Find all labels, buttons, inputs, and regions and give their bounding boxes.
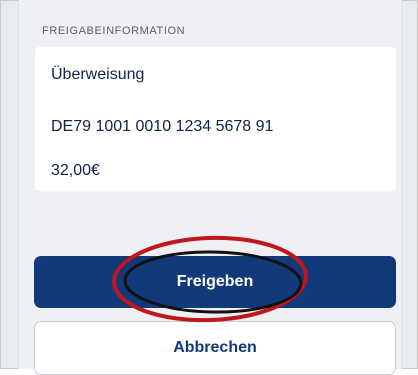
cancel-button[interactable]: Abbrechen — [34, 321, 396, 375]
transaction-amount: 32,00€ — [51, 162, 100, 179]
approve-button[interactable]: Freigeben — [34, 256, 396, 308]
recipient-iban: DE79 1001 0010 1234 5678 91 — [51, 118, 274, 135]
transaction-type: Überweisung — [51, 66, 145, 83]
section-label: FREIGABEINFORMATION — [42, 25, 186, 37]
approval-info-card: Überweisung DE79 1001 0010 1234 5678 91 … — [35, 47, 396, 191]
